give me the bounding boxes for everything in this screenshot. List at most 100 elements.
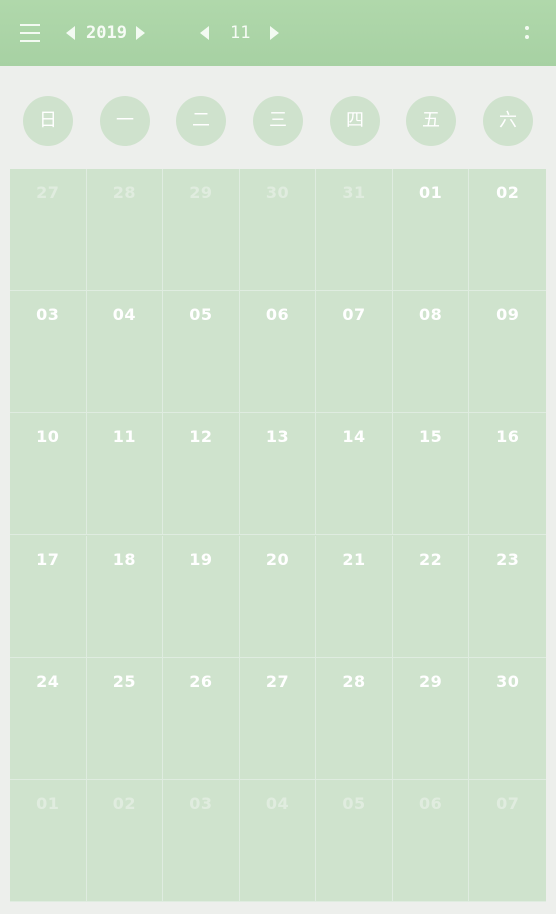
day-cell[interactable]: 05 — [163, 291, 240, 414]
calendar-grid: 27 28 29 30 31 01 02 03 04 05 06 07 08 09 10 11 12 13 14 15… — [10, 169, 546, 902]
day-number: 22 — [418, 549, 443, 569]
day-cell[interactable]: 05 — [316, 779, 393, 902]
day-cell[interactable]: 16 — [469, 413, 546, 536]
day-number: 12 — [189, 427, 213, 447]
day-cell[interactable]: 27 — [239, 657, 317, 780]
day-number: 04 — [112, 305, 136, 325]
day-number: 08 — [418, 305, 443, 325]
day-number: 02 — [496, 183, 520, 202]
day-cell[interactable]: 19 — [163, 535, 240, 658]
day-number: 21 — [342, 549, 366, 569]
day-cell[interactable]: 31 — [316, 169, 393, 292]
next-month-button[interactable] — [270, 26, 279, 40]
day-number: 25 — [112, 671, 136, 691]
day-number: 07 — [496, 793, 520, 813]
day-cell[interactable]: 02 — [469, 169, 546, 292]
day-cell[interactable]: 28 — [316, 657, 393, 780]
day-number: 28 — [112, 183, 136, 202]
weekday-sun: 日 — [23, 96, 73, 146]
vertical-dots-icon[interactable] — [523, 26, 531, 44]
prev-month-button[interactable] — [200, 26, 209, 40]
weekday-fri: 五 — [406, 96, 456, 146]
day-cell[interactable]: 25 — [86, 657, 164, 780]
next-year-button[interactable] — [136, 26, 145, 40]
day-cell[interactable]: 29 — [392, 657, 470, 780]
weekday-thu: 四 — [330, 96, 380, 146]
day-number: 05 — [189, 305, 213, 325]
day-cell[interactable]: 29 — [163, 169, 240, 292]
day-cell[interactable]: 02 — [86, 779, 164, 902]
day-number: 13 — [265, 427, 290, 447]
day-cell[interactable]: 30 — [469, 658, 546, 780]
day-number: 24 — [36, 671, 60, 691]
day-number: 29 — [418, 671, 443, 691]
day-number: 31 — [342, 183, 366, 202]
day-number: 20 — [265, 549, 290, 569]
day-cell[interactable]: 01 — [392, 169, 470, 292]
day-number: 30 — [265, 183, 290, 202]
day-cell[interactable]: 27 — [10, 169, 87, 292]
day-number: 01 — [418, 183, 443, 202]
prev-year-button[interactable] — [66, 26, 75, 40]
day-cell[interactable]: 03 — [10, 291, 87, 414]
day-number: 03 — [189, 793, 213, 813]
weekday-tue: 二 — [176, 96, 226, 146]
day-cell[interactable]: 06 — [239, 291, 317, 414]
day-cell[interactable]: 30 — [239, 169, 317, 292]
day-number: 29 — [189, 183, 213, 202]
day-cell[interactable]: 07 — [469, 780, 546, 902]
day-cell[interactable]: 04 — [239, 779, 317, 902]
day-number: 26 — [189, 671, 213, 691]
day-number: 14 — [342, 427, 366, 447]
day-number: 06 — [265, 305, 290, 325]
weekday-header: 日 一 二 三 四 五 六 — [0, 96, 556, 146]
day-cell[interactable]: 09 — [469, 291, 546, 414]
weekday-mon: 一 — [100, 96, 150, 146]
day-cell[interactable]: 01 — [10, 779, 87, 902]
day-cell[interactable]: 06 — [392, 779, 470, 902]
month-label: 11 — [230, 23, 251, 43]
day-number: 15 — [418, 427, 443, 447]
day-cell[interactable]: 23 — [469, 536, 546, 658]
day-cell[interactable]: 03 — [163, 779, 240, 902]
day-cell[interactable]: 15 — [392, 413, 470, 536]
day-cell[interactable]: 14 — [316, 413, 393, 536]
day-number: 23 — [496, 549, 520, 569]
day-number: 17 — [36, 549, 60, 569]
day-cell[interactable]: 17 — [10, 535, 87, 658]
day-cell[interactable]: 20 — [239, 535, 317, 658]
day-number: 19 — [189, 549, 213, 569]
year-label: 2019 — [86, 23, 127, 43]
day-cell[interactable]: 22 — [392, 535, 470, 658]
day-number: 01 — [36, 793, 60, 813]
day-cell[interactable]: 04 — [86, 291, 164, 414]
day-cell[interactable]: 13 — [239, 413, 317, 536]
day-cell[interactable]: 28 — [86, 169, 164, 292]
day-number: 27 — [36, 183, 60, 202]
day-cell[interactable]: 07 — [316, 291, 393, 414]
day-number: 11 — [112, 427, 136, 447]
day-cell[interactable]: 12 — [163, 413, 240, 536]
day-number: 09 — [496, 305, 520, 325]
day-cell[interactable]: 26 — [163, 657, 240, 780]
day-number: 18 — [112, 549, 136, 569]
day-number: 05 — [342, 793, 366, 813]
day-cell[interactable]: 10 — [10, 413, 87, 536]
weekday-sat: 六 — [483, 96, 533, 146]
day-number: 28 — [342, 671, 366, 691]
day-number: 02 — [112, 793, 136, 813]
day-number: 04 — [265, 793, 290, 813]
day-number: 03 — [36, 305, 60, 325]
day-number: 06 — [418, 793, 443, 813]
day-cell[interactable]: 11 — [86, 413, 164, 536]
day-cell[interactable]: 21 — [316, 535, 393, 658]
top-bar: 2019 11 — [0, 0, 556, 66]
hamburger-menu-icon[interactable] — [20, 24, 40, 42]
day-cell[interactable]: 24 — [10, 657, 87, 780]
day-cell[interactable]: 18 — [86, 535, 164, 658]
day-cell[interactable]: 08 — [392, 291, 470, 414]
day-number: 10 — [36, 427, 60, 447]
weekday-wed: 三 — [253, 96, 303, 146]
day-number: 07 — [342, 305, 366, 325]
day-number: 27 — [265, 671, 290, 691]
